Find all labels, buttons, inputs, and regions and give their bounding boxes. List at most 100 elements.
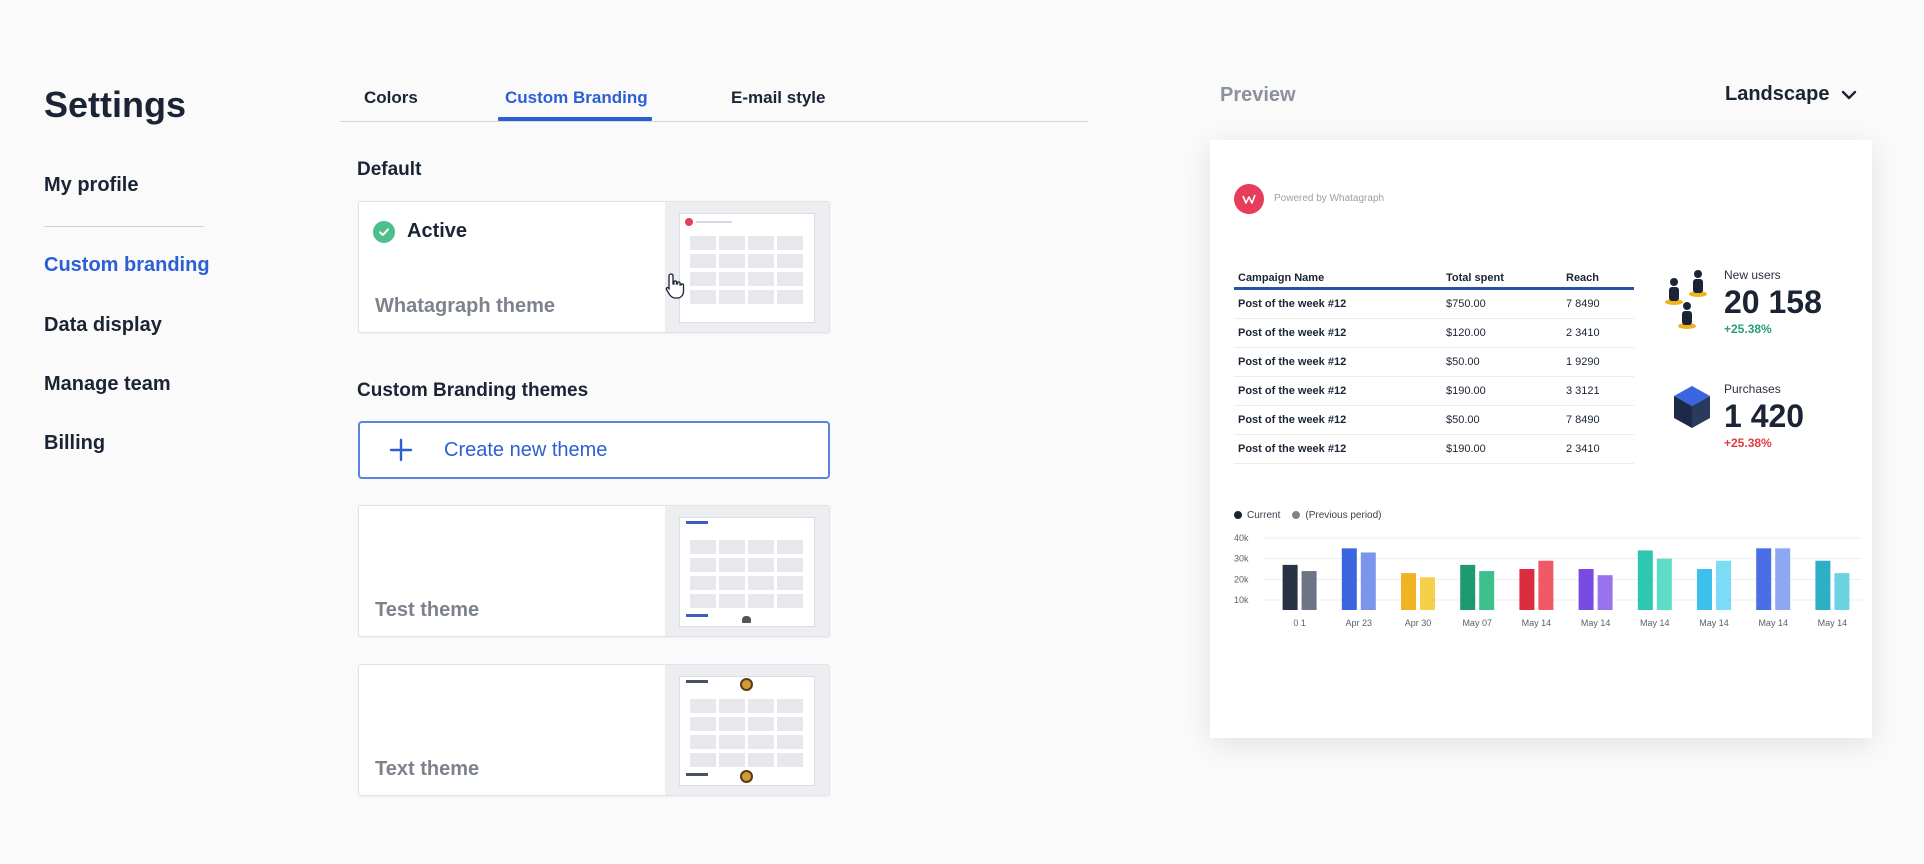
theme-card-text[interactable]: Text theme (358, 664, 830, 796)
table-cell: 2 3410 (1566, 443, 1600, 455)
x-tick-label: May 14 (1699, 618, 1729, 628)
table-row: Post of the week #12 $750.00 7 8490 (1234, 290, 1634, 319)
nav-item-billing[interactable]: Billing (44, 432, 105, 455)
y-tick-label: 30k (1234, 554, 1249, 564)
theme-name: Text theme (375, 758, 480, 780)
kpi-delta: +25.38% (1724, 436, 1772, 450)
campaign-table: Campaign Name Total spent Reach Post of … (1234, 268, 1634, 464)
cookie-icon (740, 678, 753, 691)
column-header: Total spent (1446, 271, 1504, 284)
tab-email-style[interactable]: E-mail style (731, 88, 826, 118)
table-row: Post of the week #12 $50.00 1 9290 (1234, 348, 1634, 377)
column-header: Campaign Name (1238, 271, 1325, 284)
active-label: Active (407, 220, 468, 242)
page-title: Settings (44, 84, 187, 125)
chart-bar (1597, 575, 1613, 610)
create-new-theme-label: Create new theme (444, 438, 608, 461)
chart-bar (1341, 548, 1357, 610)
table-cell: 1 9290 (1566, 356, 1600, 368)
x-tick-label: May 14 (1758, 618, 1788, 628)
check-circle-icon (373, 220, 395, 243)
chart-bar (1301, 571, 1317, 610)
table-cell: 7 8490 (1566, 298, 1600, 310)
column-header: Reach (1566, 271, 1600, 284)
tab-custom-branding[interactable]: Custom Branding (505, 88, 648, 118)
chevron-down-icon (1842, 90, 1857, 99)
create-new-theme-button[interactable]: Create new theme (358, 421, 830, 479)
table-cell: Post of the week #12 (1238, 414, 1347, 426)
chart-bar (1697, 569, 1712, 610)
preview-label: Preview (1220, 84, 1296, 106)
table-row: Post of the week #12 $190.00 2 3410 (1234, 435, 1634, 464)
table-cell: $750.00 (1446, 298, 1486, 310)
table-cell: Post of the week #12 (1238, 443, 1347, 455)
table-row: Post of the week #12 $50.00 7 8490 (1234, 406, 1634, 435)
x-tick-label: May 14 (1581, 618, 1611, 628)
kpi-label: New users (1724, 268, 1781, 282)
active-tab-indicator (498, 117, 652, 121)
x-tick-label: May 07 (1462, 618, 1492, 628)
nav-item-data-display[interactable]: Data display (44, 314, 162, 337)
y-tick-label: 10k (1234, 595, 1249, 605)
x-tick-label: May 14 (1640, 618, 1670, 628)
nav-item-custom-branding[interactable]: Custom branding (44, 254, 210, 277)
powered-by-text: Powered by Whatagraph (1274, 193, 1385, 204)
tab-colors[interactable]: Colors (364, 88, 418, 118)
x-tick-label: May 14 (1522, 618, 1552, 628)
chart-bar (1656, 558, 1672, 610)
settings-nav: Settings My profile Custom branding Data… (44, 84, 224, 454)
nav-item-my-profile[interactable]: My profile (44, 174, 138, 197)
settings-tabs: Colors Custom Branding E-mail style (340, 88, 1088, 122)
theme-name: Test theme (375, 599, 480, 621)
table-row: Post of the week #12 $190.00 3 3121 (1234, 377, 1634, 406)
table-cell: Post of the week #12 (1238, 385, 1347, 397)
kpi-value: 1 420 (1724, 398, 1805, 434)
chart-bar (1815, 560, 1831, 610)
table-cell: Post of the week #12 (1238, 327, 1347, 339)
table-row: Post of the week #12 $120.00 2 3410 (1234, 319, 1634, 348)
orientation-value: Landscape (1725, 83, 1830, 105)
table-header: Campaign Name Total spent Reach (1234, 268, 1634, 290)
chart-bar (1756, 548, 1772, 610)
theme-thumbnail (665, 665, 829, 795)
nav-divider (44, 226, 204, 227)
bar-chart: 40k 30k 20k 10k 0 1 Apr 23 Apr 30 May 07 May 14 M… (1234, 533, 1862, 628)
chart-bar (1360, 552, 1376, 610)
theme-name: Whatagraph theme (375, 295, 556, 317)
table-cell: Post of the week #12 (1238, 356, 1347, 368)
cookie-icon (740, 770, 753, 783)
chart-bar (1578, 569, 1594, 610)
custom-themes-section-title: Custom Branding themes (357, 380, 589, 401)
chart-bar (1775, 548, 1791, 610)
theme-thumbnail (665, 202, 829, 332)
default-section-title: Default (357, 159, 422, 180)
cube-icon (1674, 386, 1710, 428)
report-preview: Powered by Whatagraph Campaign Name Tota… (1210, 140, 1872, 738)
chart-bar (1519, 569, 1535, 610)
default-theme-card[interactable]: Active Whatagraph theme (358, 201, 830, 333)
y-tick-label: 20k (1234, 574, 1249, 584)
chart-bar (1834, 573, 1850, 610)
logo-dot-icon (685, 218, 693, 226)
kpi-label: Purchases (1724, 382, 1781, 396)
chart-bar (1282, 564, 1298, 610)
users-icon (1665, 270, 1707, 329)
chart-bar (1460, 564, 1476, 610)
chart-bar (1420, 577, 1435, 610)
orientation-dropdown[interactable]: Landscape (1725, 83, 1857, 106)
kpi-value: 20 158 (1724, 284, 1822, 320)
table-cell: Post of the week #12 (1238, 298, 1347, 310)
table-cell: $120.00 (1446, 327, 1486, 339)
plus-icon (389, 438, 413, 462)
kpi-delta: +25.38% (1724, 322, 1772, 336)
chart-bar (1637, 550, 1653, 610)
x-tick-label: Apr 30 (1405, 618, 1432, 628)
table-cell: $190.00 (1446, 443, 1486, 455)
x-tick-label: Apr 23 (1346, 618, 1373, 628)
table-cell: $50.00 (1446, 356, 1480, 368)
nav-item-manage-team[interactable]: Manage team (44, 373, 171, 396)
hand-pointer-icon (665, 273, 685, 299)
chart-legend: Current (Previous period) (1234, 510, 1382, 521)
table-cell: $190.00 (1446, 385, 1486, 397)
theme-card-test[interactable]: Test theme (358, 505, 830, 637)
